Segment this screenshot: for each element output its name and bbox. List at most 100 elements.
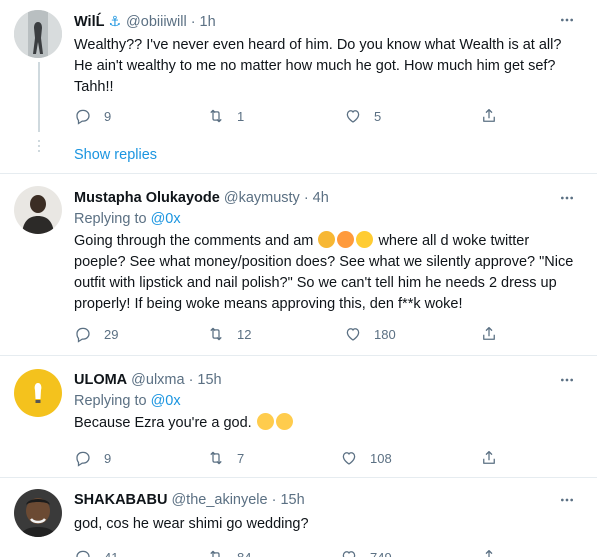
timestamp[interactable]: 4h xyxy=(313,188,329,208)
reply-button[interactable]: 29 xyxy=(74,324,118,344)
avatar-image xyxy=(14,10,62,58)
reply-feed: WilĹ ⚓ @obiiiwill · 1h Wealthy?? I've ne… xyxy=(0,0,597,557)
share-icon xyxy=(485,549,493,557)
user-handle[interactable]: @obiiiwill xyxy=(126,12,187,32)
share-icon xyxy=(483,326,495,340)
display-name[interactable]: SHAKABABU xyxy=(74,490,167,510)
mention-link[interactable]: @0x xyxy=(151,211,181,227)
timestamp[interactable]: 15h xyxy=(197,370,221,390)
relieved-face-emoji xyxy=(275,413,293,430)
avatar[interactable] xyxy=(14,10,62,58)
more-options-button[interactable] xyxy=(555,370,579,390)
separator-dot: · xyxy=(303,190,309,206)
tweet-header: SHAKABABU @the_akinyele · 15h xyxy=(74,490,583,510)
like-count: 180 xyxy=(374,326,396,342)
retweet-button[interactable]: 7 xyxy=(207,448,244,468)
share-button[interactable] xyxy=(480,324,510,344)
reply-button[interactable]: 9 xyxy=(74,448,111,468)
replying-to: Replying to @0x xyxy=(74,209,583,230)
tweet-text: god, cos he wear shimi go wedding? xyxy=(74,516,309,532)
reply-count: 9 xyxy=(104,108,112,124)
reply-icon xyxy=(76,327,90,343)
anchor-icon: ⚓ xyxy=(108,13,122,29)
more-dots-icon xyxy=(561,196,573,200)
thread-line xyxy=(38,62,40,132)
avatar-image xyxy=(14,186,62,234)
more-options-button[interactable] xyxy=(555,188,579,208)
retweet-count: 7 xyxy=(237,450,245,466)
thread-dots xyxy=(38,140,40,155)
reply-count: 29 xyxy=(104,326,119,342)
avatar[interactable] xyxy=(14,369,62,417)
tweet-the-akinyele[interactable]: SHAKABABU @the_akinyele · 15h god, cos h… xyxy=(0,478,597,557)
avatar-image xyxy=(14,369,62,417)
mention-link[interactable]: @0x xyxy=(151,393,181,409)
share-button[interactable] xyxy=(480,106,510,126)
retweet-count: 12 xyxy=(237,326,252,342)
retweet-count: 1 xyxy=(237,108,245,124)
tweet-actions: 29 12 180 xyxy=(74,324,514,344)
like-button[interactable]: 5 xyxy=(344,106,381,126)
heart-icon xyxy=(346,110,360,123)
retweet-icon xyxy=(210,327,222,341)
replying-to-label: Replying to xyxy=(74,393,147,409)
tweet-text-main: Because Ezra you're a god. xyxy=(74,415,252,431)
reply-icon xyxy=(76,451,90,467)
person-facepalming-emoji xyxy=(318,231,336,248)
more-options-button[interactable] xyxy=(555,490,579,510)
like-button[interactable]: 108 xyxy=(340,448,392,468)
reply-button[interactable]: 9 xyxy=(74,106,111,126)
reply-button[interactable]: 41 xyxy=(74,547,118,557)
display-name[interactable]: Mustapha Olukayode xyxy=(74,188,220,208)
display-name[interactable]: WilĹ xyxy=(74,12,104,32)
retweet-icon xyxy=(210,550,220,557)
tweet-obiiiwill[interactable]: WilĹ ⚓ @obiiiwill · 1h Wealthy?? I've ne… xyxy=(0,0,597,174)
retweet-button[interactable]: 84 xyxy=(207,547,251,557)
woman-raising-hand-emoji xyxy=(337,231,355,248)
avatar[interactable] xyxy=(14,186,62,234)
heart-icon xyxy=(342,452,356,465)
tweet-text: Going through the comments and am where … xyxy=(74,231,574,315)
timestamp[interactable]: 15h xyxy=(280,490,304,510)
retweet-icon xyxy=(210,109,222,123)
separator-dot: · xyxy=(271,492,277,508)
like-button[interactable]: 749 xyxy=(340,547,392,557)
like-count: 5 xyxy=(374,108,382,124)
more-dots-icon xyxy=(561,498,573,502)
more-options-button[interactable] xyxy=(555,10,579,30)
tweet-header: WilĹ ⚓ @obiiiwill · 1h xyxy=(74,11,583,31)
replying-to-label: Replying to xyxy=(74,211,147,227)
display-name[interactable]: ULOMA xyxy=(74,370,127,390)
relieved-face-emoji xyxy=(256,413,274,430)
astonished-face-emoji xyxy=(356,231,374,248)
tweet-actions: 9 1 5 xyxy=(74,106,514,126)
retweet-count: 84 xyxy=(237,549,252,557)
avatar[interactable] xyxy=(14,489,62,537)
reply-icon xyxy=(76,109,90,125)
retweet-button[interactable]: 1 xyxy=(207,106,244,126)
tweet-ulxma[interactable]: ULOMA @ulxma · 15h Replying to @0x Becau… xyxy=(0,356,597,478)
user-handle[interactable]: @ulxma xyxy=(131,370,184,390)
tweet-text: Wealthy?? I've never even heard of him. … xyxy=(74,37,562,95)
user-handle[interactable]: @kaymusty xyxy=(224,188,300,208)
tweet-kaymusty[interactable]: Mustapha Olukayode @kaymusty · 4h Replyi… xyxy=(0,174,597,356)
separator-dot: · xyxy=(188,372,194,388)
reply-count: 9 xyxy=(104,450,112,466)
tweet-actions: 9 7 108 xyxy=(74,448,514,468)
share-button[interactable] xyxy=(480,448,510,468)
tweet-actions: 41 84 749 xyxy=(74,547,514,557)
avatar-image xyxy=(14,489,62,537)
show-replies-link[interactable]: Show replies xyxy=(74,147,157,163)
share-button[interactable] xyxy=(480,547,510,557)
heart-icon xyxy=(342,551,356,557)
user-handle[interactable]: @the_akinyele xyxy=(171,490,267,510)
retweet-button[interactable]: 12 xyxy=(207,324,251,344)
reply-icon xyxy=(76,550,90,557)
tweet-text: Because Ezra you're a god. xyxy=(74,413,583,434)
replying-to: Replying to @0x xyxy=(74,391,583,412)
like-count: 108 xyxy=(370,450,392,466)
like-button[interactable]: 180 xyxy=(344,324,396,344)
tweet-header: Mustapha Olukayode @kaymusty · 4h xyxy=(74,188,583,208)
like-count: 749 xyxy=(370,549,392,557)
timestamp[interactable]: 1h xyxy=(200,12,216,32)
